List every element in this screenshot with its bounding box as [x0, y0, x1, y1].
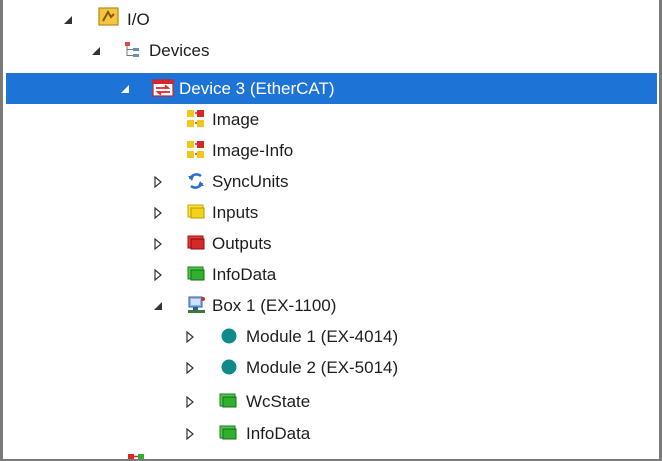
expand-arrow-icon[interactable]	[151, 175, 165, 189]
expand-arrow-icon[interactable]	[151, 268, 165, 282]
solution-explorer-tree: I/O Devices Device 3 (EtherCAT) Image Im…	[0, 0, 662, 461]
tree-node-image-info[interactable]: Image-Info	[3, 135, 659, 166]
tree-node-label: Module 2 (EX-5014)	[246, 358, 399, 377]
expand-arrow-icon[interactable]	[183, 330, 197, 344]
image-info-icon	[186, 140, 206, 160]
expand-arrow-icon[interactable]	[183, 427, 197, 441]
tree-node-label: WcState	[246, 392, 311, 411]
box-network-icon	[186, 295, 206, 315]
expand-arrow-icon[interactable]	[151, 237, 165, 251]
devices-tree-icon	[123, 40, 143, 60]
outputs-icon	[186, 233, 206, 253]
sync-icon	[186, 171, 206, 191]
tree-node-mappings[interactable]: Mappings	[3, 450, 659, 459]
module-icon	[220, 358, 240, 378]
expand-arrow-icon[interactable]	[183, 361, 197, 375]
tree-node-wcstate[interactable]: WcState	[3, 386, 659, 417]
ethercat-device-icon	[152, 78, 174, 98]
tree-node-io[interactable]: I/O	[3, 4, 659, 35]
expand-arrow-icon[interactable]	[151, 206, 165, 220]
tree-node-devices[interactable]: Devices	[3, 35, 659, 66]
tree-node-box-1[interactable]: Box 1 (EX-1100)	[3, 290, 659, 321]
tree-node-label: Inputs	[212, 203, 259, 222]
tree-node-label: Module 1 (EX-4014)	[246, 327, 399, 346]
tree-node-module-1[interactable]: Module 1 (EX-4014)	[3, 321, 659, 352]
tree-node-module-2[interactable]: Module 2 (EX-5014)	[3, 352, 659, 383]
mappings-icon	[126, 453, 146, 459]
tree-node-outputs[interactable]: Outputs	[3, 228, 659, 259]
tree-node-label: Box 1 (EX-1100)	[212, 296, 337, 315]
io-folder-icon	[98, 5, 119, 26]
tree-node-syncunits[interactable]: SyncUnits	[3, 166, 659, 197]
tree-node-infodata[interactable]: InfoData	[3, 259, 659, 290]
collapse-arrow-icon[interactable]	[89, 44, 103, 58]
tree-node-inputs[interactable]: Inputs	[3, 197, 659, 228]
tree-node-label: InfoData	[246, 424, 311, 443]
collapse-arrow-icon[interactable]	[118, 82, 132, 96]
tree-node-label: Image-Info	[212, 141, 294, 160]
tree-node-label: Outputs	[212, 234, 272, 253]
tree-node-label: InfoData	[212, 265, 277, 284]
infodata-icon	[186, 264, 206, 284]
collapse-arrow-icon[interactable]	[151, 299, 165, 313]
wcstate-icon	[218, 391, 238, 411]
tree-node-label: Image	[212, 110, 260, 129]
expand-arrow-icon[interactable]	[183, 395, 197, 409]
tree-node-label: Mappings	[152, 450, 226, 459]
infodata-icon	[218, 423, 238, 443]
image-icon	[186, 109, 206, 129]
tree-node-label: Devices	[149, 41, 210, 60]
collapse-arrow-icon[interactable]	[61, 13, 75, 27]
inputs-icon	[186, 202, 206, 222]
tree-node-label: I/O	[127, 10, 150, 29]
tree-node-box-infodata[interactable]: InfoData	[3, 418, 659, 449]
tree-node-device-3[interactable]: Device 3 (EtherCAT)	[6, 73, 657, 104]
module-icon	[220, 327, 240, 347]
tree-node-image[interactable]: Image	[3, 104, 659, 135]
tree-node-label: Device 3 (EtherCAT)	[179, 79, 335, 98]
tree-node-label: SyncUnits	[212, 172, 289, 191]
